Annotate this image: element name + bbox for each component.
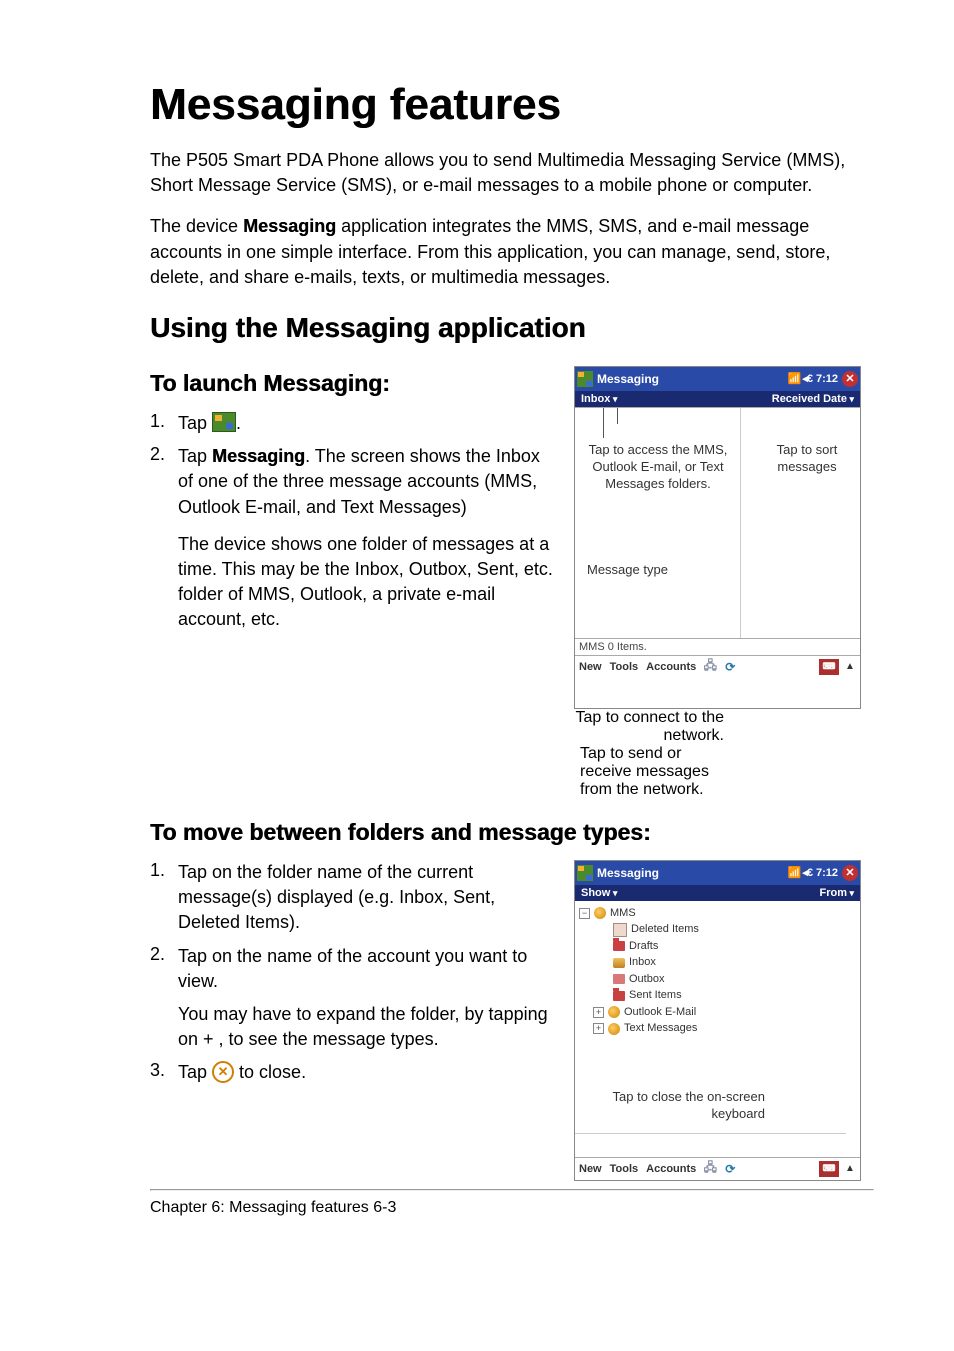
annot-close-keyboard: Tap to close the on-screen keyboard xyxy=(605,1089,765,1123)
step2-3-text: Tap ✕ to close. xyxy=(178,1060,554,1085)
step1-pre: Tap xyxy=(178,413,212,433)
footer-rule xyxy=(150,1189,874,1191)
step1-post: . xyxy=(236,413,241,433)
tree-text[interactable]: Text Messages xyxy=(624,1020,697,1037)
footer-right: 6-3 xyxy=(373,1199,396,1216)
account-icon xyxy=(608,1006,620,1018)
step2-bold: Messaging xyxy=(212,446,305,466)
intro2-pre: The device xyxy=(150,216,243,236)
from-dropdown[interactable]: From xyxy=(819,887,854,899)
dev1-body: Tap to access the MMS, Outlook E-mail, o… xyxy=(575,407,860,638)
annot-message-type: Message type xyxy=(587,562,668,579)
start-menu-icon[interactable] xyxy=(577,371,593,387)
step2-2a: Tap on the name of the account you want … xyxy=(178,944,554,994)
folder-tree: − MMS Deleted Items Drafts Inbox Outbox S… xyxy=(579,905,856,1037)
keyboard-icon[interactable]: ⌨ xyxy=(819,1161,839,1177)
dev2-subbar: Show From xyxy=(575,885,860,901)
step2-2-text: Tap on the name of the account you want … xyxy=(178,944,554,1053)
dev1-bottom-bar: New Tools Accounts 🖧 ⟳ ⌨ ▲ xyxy=(575,655,860,678)
folder-icon xyxy=(613,941,625,951)
input-caret-icon[interactable]: ▲ xyxy=(841,659,859,675)
tools-button[interactable]: Tools xyxy=(606,1163,643,1175)
section-using-messaging: Using the Messaging application xyxy=(150,312,874,344)
collapse-icon[interactable]: − xyxy=(579,908,590,919)
dev1-status: MMS 0 Items. xyxy=(575,638,860,655)
new-button[interactable]: New xyxy=(575,661,606,673)
dev1-under-annotations: Tap to connect to the network. Tap to se… xyxy=(574,709,874,799)
heading-to-launch: To launch Messaging: xyxy=(150,370,554,397)
device-screenshot-2: Messaging 📶 ◂€ 7:12 ✕ Show From − MMS xyxy=(574,860,861,1181)
tree-inbox[interactable]: Inbox xyxy=(629,954,656,971)
close-circle-icon: ✕ xyxy=(212,1061,234,1083)
explain-block-1: The device shows one folder of messages … xyxy=(178,532,554,633)
step1-text: Tap . xyxy=(178,411,554,436)
start-menu-icon[interactable] xyxy=(577,865,593,881)
connect-icon[interactable]: 🖧 xyxy=(701,659,719,675)
folder-icon xyxy=(613,991,625,1001)
step1-num: 1. xyxy=(150,411,178,436)
accounts-button[interactable]: Accounts xyxy=(642,1163,700,1175)
tree-deleted[interactable]: Deleted Items xyxy=(631,921,699,938)
step2-3-num: 3. xyxy=(150,1060,178,1085)
annot-access-folders: Tap to access the MMS, Outlook E-mail, o… xyxy=(583,442,733,493)
account-icon xyxy=(608,1023,620,1035)
send-receive-icon[interactable]: ⟳ xyxy=(721,1161,739,1177)
keyboard-icon[interactable]: ⌨ xyxy=(819,659,839,675)
footer: Chapter 6: Messaging features 6-3 xyxy=(150,1199,874,1217)
dev2-bottom-bar: New Tools Accounts 🖧 ⟳ ⌨ ▲ xyxy=(575,1157,860,1180)
tree-drafts[interactable]: Drafts xyxy=(629,938,658,955)
step2-2b: You may have to expand the folder, by ta… xyxy=(178,1002,554,1052)
tree-mms[interactable]: MMS xyxy=(610,905,636,922)
step2-3-pre: Tap xyxy=(178,1062,212,1082)
dev2-body: − MMS Deleted Items Drafts Inbox Outbox S… xyxy=(575,901,860,1157)
device-screenshot-1: Messaging 📶 ◂€ 7:12 ✕ Inbox Received Dat… xyxy=(574,366,861,709)
step2-2-num: 2. xyxy=(150,944,178,1053)
folder-dropdown[interactable]: Inbox xyxy=(581,393,617,405)
intro2-bold: Messaging xyxy=(243,216,336,236)
inbox-icon xyxy=(613,958,625,968)
intro-para-2: The device Messaging application integra… xyxy=(150,214,874,290)
show-dropdown[interactable]: Show xyxy=(581,887,617,899)
clock-text: 7:12 xyxy=(816,373,838,385)
clock-text: 7:12 xyxy=(816,867,838,879)
footer-left: Chapter 6: Messaging features xyxy=(150,1199,369,1216)
signal-icon: 📶 ◂€ xyxy=(788,866,812,879)
sort-dropdown[interactable]: Received Date xyxy=(772,393,854,405)
trash-icon xyxy=(613,923,627,937)
annot-sort: Tap to sort messages xyxy=(762,442,852,476)
signal-icon: 📶 ◂€ xyxy=(788,372,812,385)
folder-icon xyxy=(613,974,625,984)
dev2-title-text: Messaging xyxy=(597,866,659,880)
account-icon xyxy=(594,907,606,919)
tree-sent[interactable]: Sent Items xyxy=(629,987,682,1004)
connect-icon[interactable]: 🖧 xyxy=(701,1161,719,1177)
annot-send-receive: Tap to send or receive messages from the… xyxy=(574,745,730,799)
step2-text: Tap Messaging. The screen shows the Inbo… xyxy=(178,444,554,520)
page-title: Messaging features xyxy=(150,80,874,130)
step2-1-num: 1. xyxy=(150,860,178,936)
send-receive-icon[interactable]: ⟳ xyxy=(721,659,739,675)
step2-1-text: Tap on the folder name of the current me… xyxy=(178,860,554,936)
tree-outlook[interactable]: Outlook E-Mail xyxy=(624,1004,696,1021)
input-caret-icon[interactable]: ▲ xyxy=(841,1161,859,1177)
new-button[interactable]: New xyxy=(575,1163,606,1175)
dev1-subbar: Inbox Received Date xyxy=(575,391,860,407)
dev1-title-text: Messaging xyxy=(597,372,659,386)
heading-move-between: To move between folders and message type… xyxy=(150,819,874,846)
tree-outbox[interactable]: Outbox xyxy=(629,971,664,988)
step2-num: 2. xyxy=(150,444,178,520)
expand-icon[interactable]: + xyxy=(593,1007,604,1018)
expand-icon[interactable]: + xyxy=(593,1023,604,1034)
step2-pre: Tap xyxy=(178,446,212,466)
close-icon[interactable]: ✕ xyxy=(842,371,858,387)
intro-para-1: The P505 Smart PDA Phone allows you to s… xyxy=(150,148,874,198)
start-icon xyxy=(212,412,236,432)
annot-connect-network: Tap to connect to the network. xyxy=(574,709,736,745)
close-icon[interactable]: ✕ xyxy=(842,865,858,881)
dev2-titlebar: Messaging 📶 ◂€ 7:12 ✕ xyxy=(575,861,860,885)
step2-3-post: to close. xyxy=(234,1062,306,1082)
tools-button[interactable]: Tools xyxy=(606,661,643,673)
dev1-titlebar: Messaging 📶 ◂€ 7:12 ✕ xyxy=(575,367,860,391)
accounts-button[interactable]: Accounts xyxy=(642,661,700,673)
